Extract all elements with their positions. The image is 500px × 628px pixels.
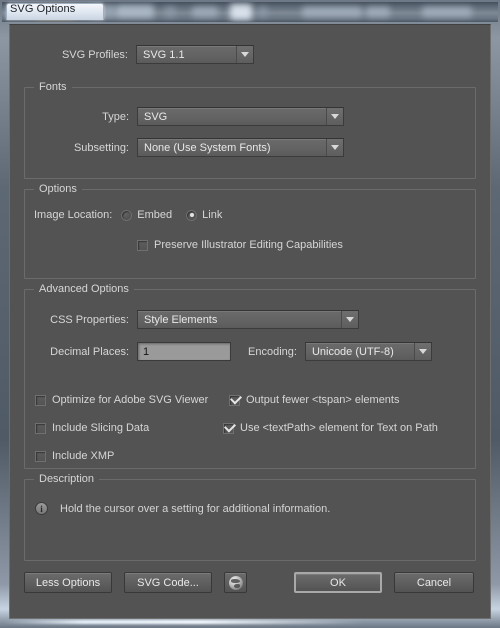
fonts-group-title: Fonts: [34, 81, 72, 93]
fonts-subsetting-value: None (Use System Fonts): [144, 141, 271, 154]
fonts-type-row: Type: SVG: [11, 107, 371, 126]
checkbox-use-textpath-label: Use <textPath> element for Text on Path: [240, 422, 438, 434]
encoding-value: Unicode (UTF-8): [311, 345, 394, 358]
radio-embed-label: Embed: [137, 209, 173, 221]
footer-left-buttons: Less Options SVG Code...: [24, 572, 247, 593]
fonts-subsetting-select[interactable]: None (Use System Fonts): [137, 138, 344, 157]
chevron-down-icon[interactable]: [326, 108, 343, 125]
fonts-type-label: Type:: [102, 110, 129, 123]
fonts-type-value: SVG: [144, 110, 168, 123]
decimal-places-label: Decimal Places:: [50, 345, 129, 358]
description-text: Hold the cursor over a setting for addit…: [60, 502, 331, 515]
chrome-blur-item: [164, 7, 176, 17]
chrome-blur-item: [302, 7, 362, 17]
checkbox-include-xmp-box[interactable]: [35, 450, 46, 462]
css-properties-select[interactable]: Style Elements: [137, 310, 359, 329]
checkbox-include-xmp[interactable]: Include XMP: [35, 450, 114, 462]
chevron-down-icon[interactable]: [326, 139, 343, 156]
options-group-title: Options: [34, 183, 82, 195]
description-group-title: Description: [34, 473, 100, 485]
info-icon: i: [35, 502, 48, 515]
decimal-encoding-row: Decimal Places: 1 Encoding: Unicode (UTF…: [11, 342, 451, 361]
decimal-places-input[interactable]: 1: [137, 342, 231, 361]
checkbox-output-fewer-tspan-box[interactable]: [229, 394, 240, 406]
encoding-label: Encoding:: [248, 345, 297, 358]
checkbox-use-textpath-box[interactable]: [223, 422, 234, 434]
checkbox-include-xmp-label: Include XMP: [52, 450, 115, 462]
checkbox-use-textpath[interactable]: Use <textPath> element for Text on Path: [223, 422, 438, 434]
chevron-down-icon[interactable]: [341, 311, 358, 328]
svg-options-dialog: SVG Profiles: SVG 1.1 Fonts Type: SVG Su…: [9, 24, 491, 619]
svg-profiles-value: SVG 1.1: [143, 48, 185, 61]
radio-link-icon[interactable]: [186, 209, 198, 221]
radio-link[interactable]: Link: [186, 209, 222, 221]
svg-profiles-select[interactable]: SVG 1.1: [136, 45, 254, 64]
chrome-blur-item: [258, 7, 268, 17]
footer-right-buttons: OK Cancel: [294, 572, 474, 593]
css-properties-value: Style Elements: [144, 313, 218, 326]
checkbox-output-fewer-tspan[interactable]: Output fewer <tspan> elements: [229, 394, 399, 406]
window-frame: SVG Options SVG Profiles: SVG 1.1 Fonts …: [0, 0, 500, 628]
chrome-blur-item: [366, 7, 390, 17]
checkbox-include-slicing-data-label: Include Slicing Data: [52, 422, 150, 434]
preview-in-browser-button[interactable]: [224, 572, 247, 593]
ok-button[interactable]: OK: [294, 572, 382, 593]
svg-profiles-row: SVG Profiles: SVG 1.1: [10, 45, 370, 64]
fonts-subsetting-row: Subsetting: None (Use System Fonts): [11, 138, 371, 157]
description-group: Description i Hold the cursor over a set…: [24, 473, 476, 561]
checkbox-optimize-adobe-svg-viewer-label: Optimize for Adobe SVG Viewer: [52, 394, 209, 406]
image-location-label: Image Location:: [34, 209, 113, 221]
fonts-group: Fonts Type: SVG Subsetting: None (Use Sy…: [24, 81, 476, 179]
dialog-title: SVG Options: [10, 3, 76, 15]
svg-code-button[interactable]: SVG Code...: [124, 572, 212, 593]
chevron-down-icon[interactable]: [236, 46, 253, 63]
checkbox-optimize-adobe-svg-viewer[interactable]: Optimize for Adobe SVG Viewer: [35, 394, 208, 406]
css-properties-row: CSS Properties: Style Elements: [11, 310, 431, 329]
chrome-blur-item: [116, 5, 154, 18]
checkbox-preserve-illustrator-editing-label: Preserve Illustrator Editing Capabilitie…: [154, 239, 343, 251]
radio-embed[interactable]: Embed: [121, 209, 172, 221]
checkbox-preserve-illustrator-editing[interactable]: Preserve Illustrator Editing Capabilitie…: [137, 239, 343, 251]
checkbox-preserve-illustrator-editing-box[interactable]: [137, 239, 148, 251]
cancel-button[interactable]: Cancel: [394, 572, 474, 593]
options-group: Options Image Location: Embed Link Prese…: [24, 183, 476, 279]
chevron-down-icon[interactable]: [413, 343, 431, 360]
checkbox-include-slicing-data-box[interactable]: [35, 422, 46, 434]
advanced-options-group: Advanced Options CSS Properties: Style E…: [24, 283, 476, 469]
encoding-select[interactable]: Unicode (UTF-8): [304, 342, 432, 361]
svg-profiles-label: SVG Profiles:: [61, 48, 128, 61]
advanced-options-group-title: Advanced Options: [34, 283, 134, 295]
checkbox-optimize-adobe-svg-viewer-box[interactable]: [35, 394, 46, 406]
radio-embed-icon[interactable]: [121, 209, 133, 221]
chrome-blur-item: [230, 4, 252, 20]
less-options-button[interactable]: Less Options: [24, 572, 112, 593]
checkbox-include-slicing-data[interactable]: Include Slicing Data: [35, 422, 149, 434]
globe-icon: [228, 575, 243, 590]
radio-link-label: Link: [202, 209, 223, 221]
chrome-blur-item: [422, 7, 472, 17]
checkbox-output-fewer-tspan-label: Output fewer <tspan> elements: [246, 394, 400, 406]
chrome-blur-item: [192, 7, 218, 17]
fonts-subsetting-label: Subsetting:: [73, 141, 129, 154]
fonts-type-select[interactable]: SVG: [137, 107, 344, 126]
image-location-row: Image Location: Embed Link: [34, 209, 222, 221]
css-properties-label: CSS Properties:: [50, 313, 129, 326]
description-content: i Hold the cursor over a setting for add…: [35, 502, 330, 515]
